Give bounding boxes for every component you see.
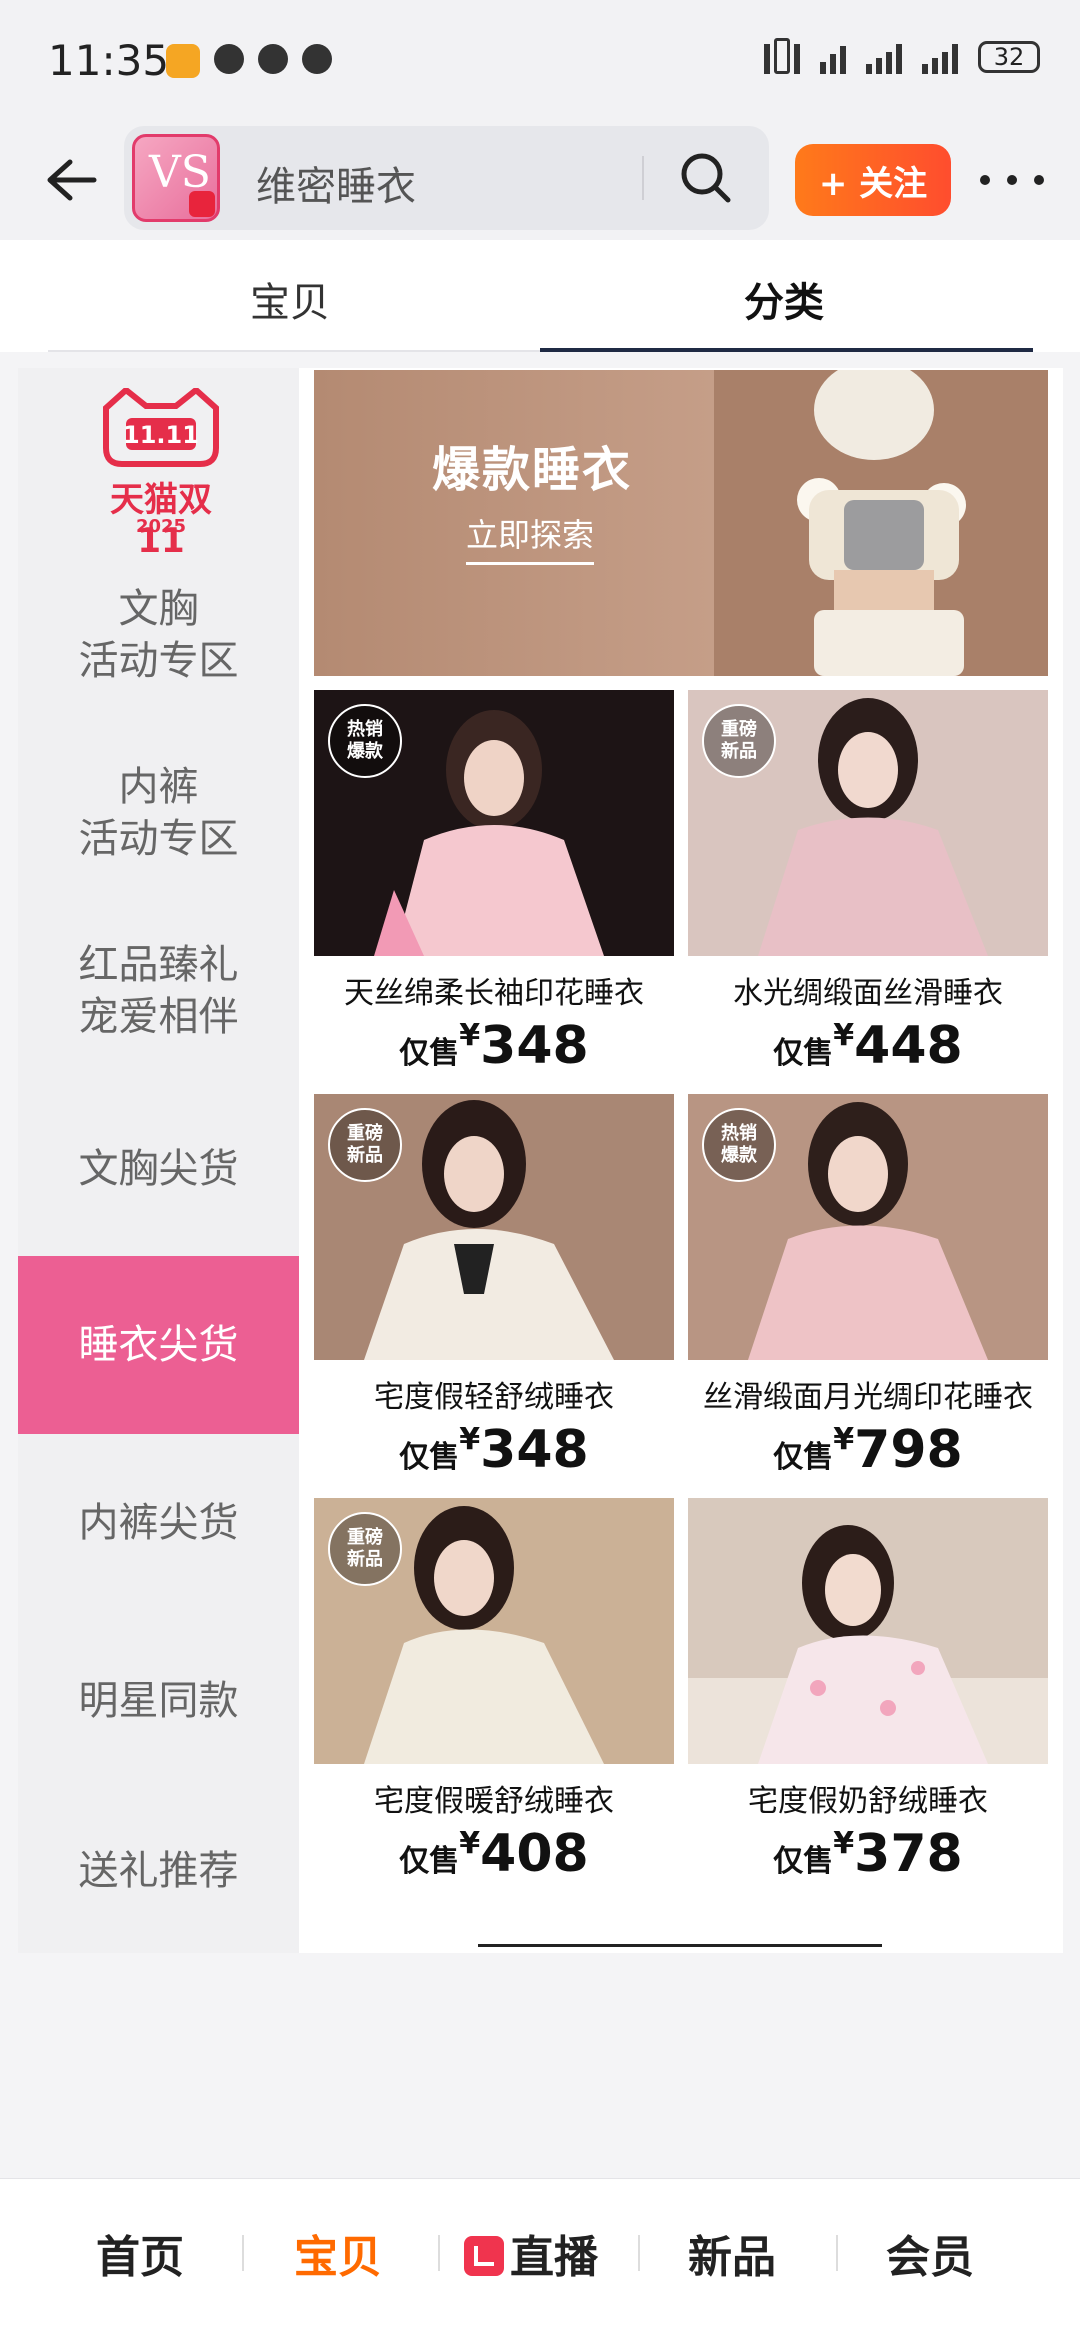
nav-new-arrivals[interactable]: 新品 [688,2221,776,2285]
tab-products[interactable]: 宝贝 [250,270,330,328]
product-name: 宅度假轻舒绒睡衣 [374,1380,614,1415]
tab-active-indicator [540,348,1033,352]
product-image[interactable]: 重磅 新品 [314,1498,674,1764]
live-icon [464,2236,504,2276]
sidebar-item-bra-top[interactable]: 文胸尖货 [18,1080,299,1258]
category-sidebar: 11.11 天猫双11 2025 文胸 活动专区 内裤 活动专区 红品臻礼 宠爱… [18,368,299,1953]
search-input[interactable]: 维密睡衣 [256,154,416,212]
sidebar-item-celebrity[interactable]: 明星同款 [18,1612,299,1790]
app-notification-icon [166,44,200,78]
product-image[interactable]: 重磅 新品 [314,1094,674,1360]
nav-separator [638,2235,640,2271]
brand-logo[interactable]: VS [132,134,220,222]
search-divider [642,156,644,200]
banner-model-image [714,370,1048,676]
product-name: 宅度假暖舒绒睡衣 [374,1784,614,1819]
notification-icons [166,44,332,78]
load-more-indicator [478,1944,882,1947]
tmall-double11-logo[interactable]: 11.11 天猫双11 2025 [96,386,226,561]
product-card[interactable]: 热销 爆款 丝滑缎面月光绸印花睡衣 仅售¥798 [688,1094,1048,1480]
product-price: 仅售¥798 [773,1420,963,1480]
sidebar-item-panties-top[interactable]: 内裤尖货 [18,1434,299,1612]
product-tag-badge: 重磅 新品 [328,1512,402,1586]
tmall-logo-number: 11.11 [123,421,199,449]
product-image[interactable]: 重磅 新品 [688,690,1048,956]
product-price: 仅售¥448 [773,1016,963,1076]
nav-separator [438,2235,440,2271]
nav-products[interactable]: 宝贝 [294,2221,382,2285]
product-card[interactable]: 宅度假奶舒绒睡衣 仅售¥378 [688,1498,1048,1884]
banner-explore-link[interactable]: 立即探索 [466,510,595,565]
signal-icon [866,40,902,74]
banner-title: 爆款睡衣 [432,442,633,498]
tab-category[interactable]: 分类 [744,270,824,328]
sidebar-item-gifts[interactable]: 红品臻礼 宠爱相伴 [18,902,299,1080]
nav-live[interactable]: 直播 [464,2221,598,2285]
tab-bar: 宝贝 分类 [0,240,1080,352]
product-card[interactable]: 重磅 新品 水光绸缎面丝滑睡衣 仅售¥448 [688,690,1048,1076]
tmall-badge-icon [189,191,215,217]
product-name: 天丝绵柔长袖印花睡衣 [344,976,644,1011]
product-tag-badge: 热销 爆款 [702,1108,776,1182]
product-tag-badge: 热销 爆款 [328,704,402,778]
product-price: 仅售¥348 [399,1420,589,1480]
product-price: 仅售¥378 [773,1824,963,1884]
product-tag-badge: 重磅 新品 [328,1108,402,1182]
sidebar-item-gift-recommend[interactable]: 送礼推荐 [18,1790,299,1952]
product-price: 仅售¥348 [399,1016,589,1076]
nav-membership[interactable]: 会员 [886,2221,974,2285]
search-icon[interactable] [676,148,736,208]
follow-button[interactable]: + 关注 [795,144,951,216]
category-content: 11.11 天猫双11 2025 文胸 活动专区 内裤 活动专区 红品臻礼 宠爱… [18,368,1063,1953]
bluetooth-icon [302,44,332,74]
nav-home[interactable]: 首页 [96,2221,184,2285]
nav-live-label: 直播 [510,2232,598,2283]
promo-banner[interactable]: 爆款睡衣 立即探索 [314,370,1048,676]
nfc-icon [214,44,244,74]
signal-icon-2 [922,40,958,74]
status-bar: 11:35 32 [0,0,1080,120]
wifi-icon [820,40,846,74]
status-time: 11:35 [48,36,170,85]
nav-separator [836,2235,838,2271]
nav-separator [242,2235,244,2271]
tab-divider [48,350,540,352]
bottom-nav: 首页 宝贝 直播 新品 会员 [0,2178,1080,2325]
shop-header: VS 维密睡衣 + 关注 [0,120,1080,240]
back-button[interactable] [40,150,100,210]
status-indicators: 32 [764,38,1040,74]
alarm-icon [258,44,288,74]
sidebar-item-bra-promo[interactable]: 文胸 活动专区 [18,546,299,724]
product-name: 宅度假奶舒绒睡衣 [748,1784,988,1819]
product-card[interactable]: 重磅 新品 宅度假轻舒绒睡衣 仅售¥348 [314,1094,674,1480]
product-tag-badge: 重磅 新品 [702,704,776,778]
more-options-icon[interactable] [980,160,1044,200]
product-image[interactable] [688,1498,1048,1764]
product-card[interactable]: 热销 爆款 天丝绵柔长袖印花睡衣 仅售¥348 [314,690,674,1076]
product-image[interactable]: 热销 爆款 [688,1094,1048,1360]
tmall-cat-icon: 11.11 [103,386,219,467]
back-arrow-icon [47,159,97,201]
product-price: 仅售¥408 [399,1824,589,1884]
vibrate-icon [764,38,800,74]
sidebar-item-pajamas-top[interactable]: 睡衣尖货 [18,1256,299,1434]
product-name: 丝滑缎面月光绸印花睡衣 [703,1380,1033,1415]
product-image[interactable]: 热销 爆款 [314,690,674,956]
product-name: 水光绸缎面丝滑睡衣 [733,976,1003,1011]
product-card[interactable]: 重磅 新品 宅度假暖舒绒睡衣 仅售¥408 [314,1498,674,1884]
tmall-logo-year: 2025 [135,516,187,537]
sidebar-item-panties-promo[interactable]: 内裤 活动专区 [18,724,299,902]
battery-icon: 32 [978,41,1040,73]
search-box[interactable]: VS 维密睡衣 [124,126,769,230]
